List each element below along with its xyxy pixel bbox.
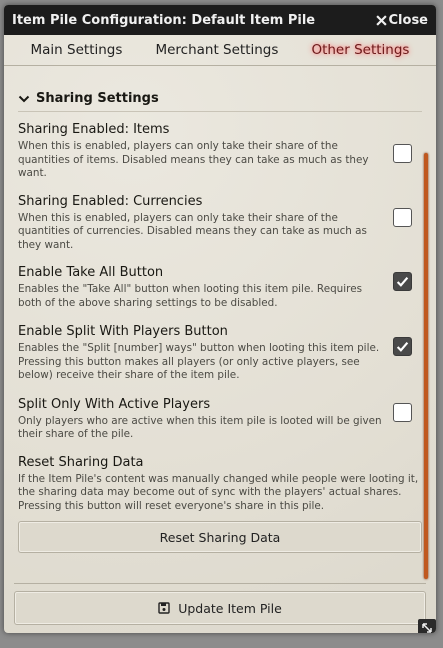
setting-split-active: Split Only With Active Players Only play…: [18, 397, 422, 442]
update-item-pile-button[interactable]: Update Item Pile: [14, 591, 426, 625]
setting-label: Sharing Enabled: Currencies: [18, 193, 203, 209]
expand-icon: [422, 623, 432, 633]
sharing-currencies-checkbox[interactable]: [393, 207, 412, 227]
setting-hint: If the Item Pile's content was manually …: [18, 472, 419, 512]
item-pile-config-window: Item Pile Configuration: Default Item Pi…: [4, 5, 436, 633]
setting-label: Enable Take All Button: [18, 265, 164, 280]
tab-main-settings[interactable]: Main Settings: [27, 40, 127, 60]
setting-hint: Enables the "Take All" button when looti…: [18, 283, 362, 309]
setting-take-all: Enable Take All Button Enables the "Take…: [18, 265, 422, 310]
setting-hint: When this is enabled, players can only t…: [18, 211, 367, 251]
section-title: Sharing Settings: [36, 91, 159, 106]
setting-label: Enable Split With Players Button: [18, 324, 228, 339]
window-titlebar[interactable]: Item Pile Configuration: Default Item Pi…: [4, 5, 436, 35]
footer-divider: [14, 583, 426, 584]
close-icon: [375, 14, 387, 26]
take-all-checkbox[interactable]: [393, 272, 412, 291]
setting-reset-sharing: Reset Sharing Data If the Item Pile's co…: [18, 455, 422, 514]
split-active-checkbox[interactable]: [393, 402, 412, 422]
close-button[interactable]: Close: [375, 12, 428, 28]
section-divider: [18, 111, 422, 112]
setting-hint: When this is enabled, players can only t…: [18, 140, 369, 179]
setting-hint: Only players who are active when this it…: [18, 414, 382, 441]
save-icon: [158, 602, 170, 614]
tab-merchant-settings[interactable]: Merchant Settings: [151, 40, 282, 60]
setting-label: Split Only With Active Players: [18, 396, 211, 412]
setting-hint: Enables the "Split [number] ways" button…: [18, 342, 380, 381]
setting-label: Sharing Enabled: Items: [18, 122, 170, 137]
check-icon: [396, 277, 409, 287]
check-icon: [396, 342, 409, 352]
close-label: Close: [388, 12, 428, 28]
window-title: Item Pile Configuration: Default Item Pi…: [12, 12, 316, 28]
tab-other-settings[interactable]: Other Settings: [307, 40, 413, 60]
resize-handle[interactable]: [418, 619, 436, 633]
setting-split-players: Enable Split With Players Button Enables…: [18, 324, 422, 383]
reset-sharing-button[interactable]: Reset Sharing Data: [18, 521, 422, 553]
setting-label: Reset Sharing Data: [18, 454, 144, 470]
sharing-settings-header[interactable]: Sharing Settings: [18, 91, 436, 106]
setting-sharing-currencies: Sharing Enabled: Currencies When this is…: [18, 194, 422, 253]
split-players-checkbox[interactable]: [393, 337, 412, 356]
update-item-pile-label: Update Item Pile: [178, 600, 282, 616]
chevron-down-icon: [18, 95, 30, 102]
reset-sharing-button-label: Reset Sharing Data: [159, 529, 281, 545]
sharing-items-checkbox[interactable]: [393, 144, 412, 163]
scrollbar[interactable]: [424, 153, 428, 579]
settings-content: Sharing Settings Sharing Enabled: Items …: [4, 67, 436, 577]
setting-sharing-items: Sharing Enabled: Items When this is enab…: [18, 122, 422, 181]
tab-bar: Main Settings Merchant Settings Other Se…: [4, 35, 436, 66]
